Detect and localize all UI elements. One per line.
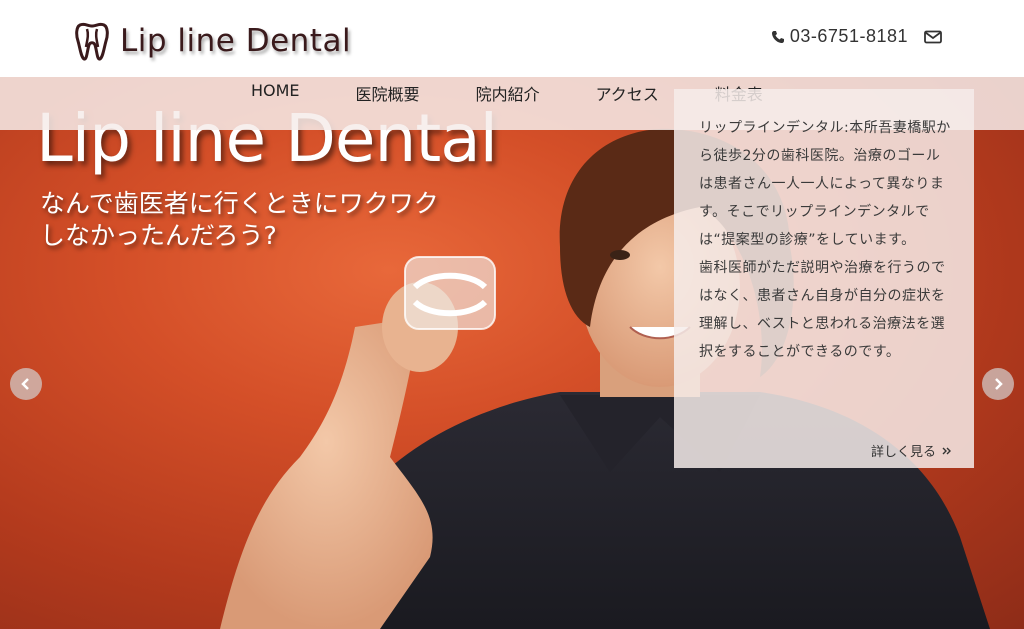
hero-subtitle-line2: しなかったんだろう?	[40, 221, 277, 250]
panel-paragraph-2: 歯科医師がただ説明や治療を行うのではなく、患者さん自身が自分の症状を理解し、ベス…	[699, 260, 946, 360]
double-chevron-right-icon	[942, 447, 951, 454]
read-more-label: 詳しく見る	[870, 445, 936, 460]
info-panel: リップラインデンタル:本所吾妻橋駅から徒歩2分の歯科医院。治療のゴールは患者さん…	[674, 89, 974, 468]
site-logo[interactable]: Lip line Dental	[74, 20, 351, 62]
slider-prev-button[interactable]	[10, 368, 42, 400]
hero-subtitle-line1: なんで歯医者に行くときにワクワク	[40, 189, 439, 218]
chevron-right-icon	[995, 378, 1003, 390]
panel-paragraph-1: リップラインデンタル:本所吾妻橋駅から徒歩2分の歯科医院。治療のゴールは患者さん…	[699, 120, 951, 248]
nav-clinic-overview[interactable]: 医院概要	[356, 81, 420, 105]
site-header: Lip line Dental 03-6751-8181	[0, 0, 1024, 77]
mail-icon[interactable]	[924, 30, 942, 44]
slider-next-button[interactable]	[982, 368, 1014, 400]
nav-clinic-tour[interactable]: 院内紹介	[476, 81, 540, 105]
phone-number[interactable]: 03-6751-8181	[790, 26, 908, 47]
tooth-icon	[75, 22, 109, 61]
chevron-left-icon	[21, 378, 29, 390]
phone-icon	[771, 30, 784, 43]
hero-subtitle: なんで歯医者に行くときにワクワク しなかったんだろう?	[40, 188, 500, 252]
read-more-link[interactable]: 詳しく見る	[871, 441, 952, 460]
logo-text: Lip line Dental	[120, 23, 352, 59]
header-contact: 03-6751-8181	[771, 26, 942, 47]
nav-home[interactable]: HOME	[251, 81, 300, 105]
nav-access[interactable]: アクセス	[596, 81, 659, 105]
